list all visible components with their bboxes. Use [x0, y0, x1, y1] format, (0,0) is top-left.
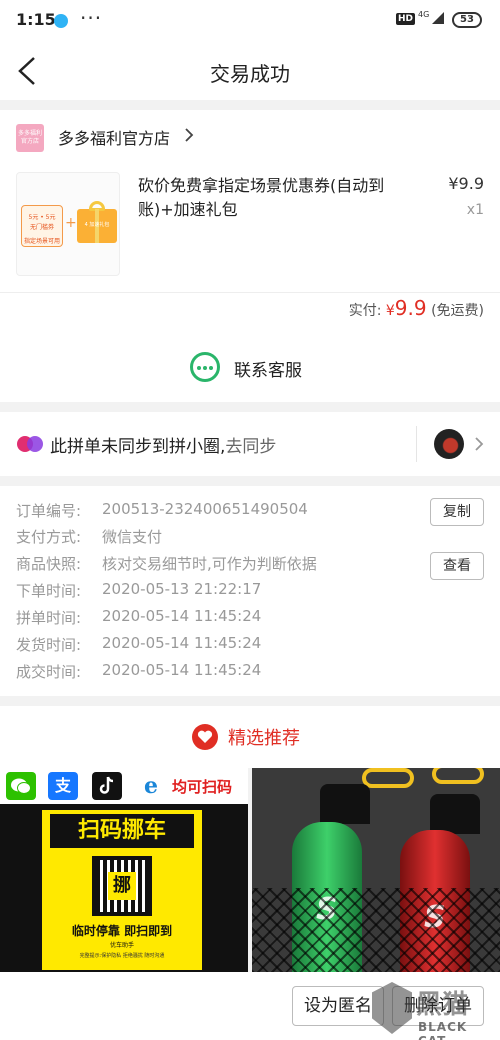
paid-currency: ¥: [385, 303, 395, 319]
contact-service-label: 联系客服: [234, 361, 302, 381]
recommend-header: 精选推荐: [0, 706, 500, 768]
sync-banner[interactable]: 此拼单未同步到拼小圈,去同步: [0, 412, 500, 476]
paid-value: 9.9: [394, 296, 427, 320]
order-time-row: 下单时间: 2020-05-13 21:22:17: [16, 580, 261, 601]
product-card-extinguisher[interactable]: S S: [252, 768, 500, 972]
chat-bubble-icon: [190, 352, 220, 382]
bottle-cap: [320, 784, 370, 824]
divider: [416, 426, 417, 462]
handle-ring: [362, 768, 414, 788]
snapshot-desc: 核对交易细节时,可作为判断依据: [102, 555, 317, 573]
row-label: 下单时间:: [16, 582, 82, 600]
sticker-headline: 扫码挪车: [50, 814, 194, 848]
sync-link[interactable]: 去同步: [225, 437, 276, 457]
ie-browser-icon: e: [136, 772, 166, 800]
signal-icon: [432, 12, 444, 24]
watermark: 黑猫 BLACK CAT: [372, 980, 500, 1040]
group-time: 2020-05-14 11:45:24: [102, 607, 262, 625]
product-quantity: x1: [466, 202, 484, 218]
deal-time: 2020-05-14 11:45:24: [102, 661, 262, 679]
gift-box-icon: 4 加速礼包: [77, 201, 117, 243]
order-time: 2020-05-13 21:22:17: [102, 580, 262, 598]
view-snapshot-button[interactable]: 查看: [430, 552, 484, 580]
anonymous-button[interactable]: 设为匿名: [292, 986, 384, 1026]
wechat-icon: [6, 772, 36, 800]
bottle-cap: [430, 794, 480, 834]
coupon-image: 5元 • 5元 无门槛券 指定场景可用: [21, 205, 63, 247]
qr-center-char: 挪: [108, 872, 136, 900]
hd-icon: HD: [396, 13, 416, 25]
paid-label: 实付:: [348, 303, 382, 319]
snapshot-row: 商品快照: 核对交易细节时,可作为判断依据: [16, 553, 317, 574]
product-title[interactable]: 砍价免费拿指定场景优惠券(自动到账)+加速礼包: [138, 174, 418, 222]
status-time: 1:15: [16, 10, 56, 29]
payment-method: 微信支付: [102, 528, 163, 546]
recommend-title: 精选推荐: [228, 728, 300, 749]
chevron-right-icon[interactable]: [184, 127, 194, 143]
gift-label: 4 加速礼包: [84, 222, 110, 228]
shop-logo[interactable]: 多多福利官方店: [16, 124, 44, 152]
order-info-card: 订单编号: 200513-232400651490504 支付方式: 微信支付 商品…: [0, 486, 500, 696]
plus-sign: +: [65, 215, 77, 231]
row-label: 成交时间:: [16, 663, 82, 681]
payment-method-row: 支付方式: 微信支付: [16, 526, 162, 547]
product-price: ¥9.9: [448, 174, 484, 193]
shop-name[interactable]: 多多福利官方店: [58, 125, 170, 149]
handle-ring: [432, 768, 484, 784]
more-notifications-icon: ···: [80, 6, 103, 30]
watermark-text: BLACK CAT: [418, 1020, 468, 1040]
ship-time-row: 发货时间: 2020-05-14 11:45:24: [16, 634, 261, 655]
paid-note: (免运费): [431, 303, 484, 319]
row-label: 拼单时间:: [16, 609, 82, 627]
product-card-scan-sticker[interactable]: 支 e 均可扫码 扫码挪车 挪 临时停靠 即扫即到 优车助手 完整提示:保护隐私…: [0, 768, 248, 972]
divider: [0, 292, 500, 293]
notification-icon: [54, 14, 68, 28]
order-number: 200513-232400651490504: [102, 500, 308, 518]
sticker-subtitle: 临时停靠 即扫即到: [71, 924, 173, 938]
nav-bar: 交易成功: [0, 42, 500, 100]
sync-text: 此拼单未同步到拼小圈,去同步: [50, 432, 276, 457]
order-number-row: 订单编号: 200513-232400651490504: [16, 500, 308, 521]
sync-message: 此拼单未同步到拼小圈,: [50, 437, 226, 457]
heart-icon: [192, 724, 218, 750]
group-time-row: 拼单时间: 2020-05-14 11:45:24: [16, 607, 261, 628]
avatar[interactable]: [434, 429, 464, 459]
scan-apps-row: 支 e 均可扫码: [0, 768, 248, 804]
pinxiaoquan-logo-icon: [17, 436, 43, 452]
ship-time: 2020-05-14 11:45:24: [102, 634, 262, 652]
sticker-brand: 优车助手: [109, 942, 134, 949]
network-type: 4G: [418, 10, 430, 19]
tiktok-icon: [92, 772, 122, 800]
watermark-logo-text: 黑猫: [416, 990, 469, 1020]
storage-net: [252, 888, 500, 972]
paid-amount: ¥9.9: [385, 296, 427, 320]
sticker-yellow: 扫码挪车 挪 临时停靠 即扫即到 优车助手 完整提示:保护隐私 拒绝骚扰 随时沟…: [42, 810, 202, 970]
coupon-line-2: 无门槛券: [29, 224, 54, 231]
copy-button[interactable]: 复制: [430, 498, 484, 526]
black-cat-shield-icon: [372, 982, 412, 1034]
page-title: 交易成功: [210, 62, 290, 86]
qr-code-image: 挪: [92, 856, 152, 916]
scan-label: 均可扫码: [172, 778, 233, 796]
paid-summary: 实付: ¥9.9 (免运费): [349, 296, 484, 320]
sticker-footnote: 完整提示:保护隐私 拒绝骚扰 随时沟通: [79, 953, 165, 959]
order-card: 多多福利官方店 多多福利官方店 5元 • 5元 无门槛券 指定场景可用 + 4 …: [0, 110, 500, 402]
row-label: 订单编号:: [16, 502, 82, 520]
row-label: 支付方式:: [16, 528, 82, 546]
battery-icon: 53: [452, 12, 482, 28]
row-label: 商品快照:: [16, 555, 82, 573]
row-label: 发货时间:: [16, 636, 82, 654]
product-thumbnail[interactable]: 5元 • 5元 无门槛券 指定场景可用 + 4 加速礼包: [16, 172, 120, 276]
coupon-line-3: 指定场景可用: [23, 238, 60, 245]
coupon-line-1: 5元 • 5元: [28, 214, 56, 221]
deal-time-row: 成交时间: 2020-05-14 11:45:24: [16, 661, 261, 682]
alipay-icon: 支: [48, 772, 78, 800]
chevron-right-icon[interactable]: [474, 436, 484, 452]
status-bar: 1:15 ··· HD 4G 53: [0, 0, 500, 42]
